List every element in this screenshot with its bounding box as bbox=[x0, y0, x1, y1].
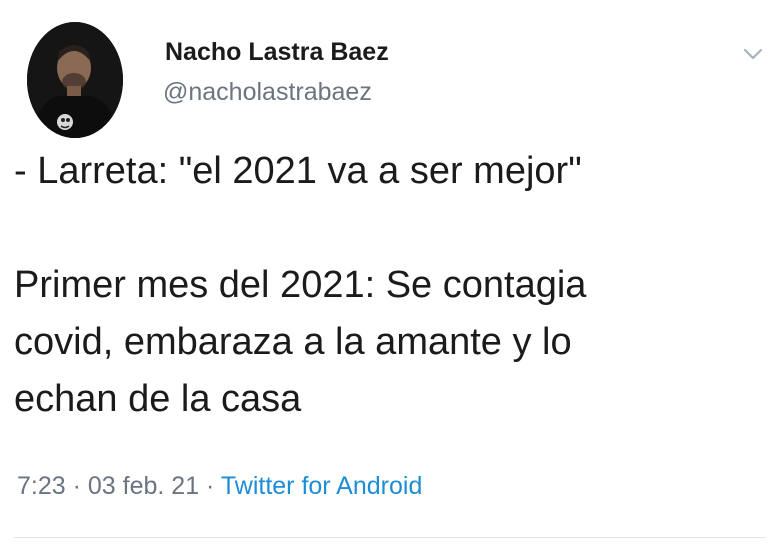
meta-separator: · bbox=[65, 472, 88, 500]
tweet-line: echan de la casa bbox=[14, 378, 302, 420]
tweet-line: Primer mes del 2021: Se contagia bbox=[14, 264, 587, 306]
tweet-meta: 7:23 · 03 feb. 21 · Twitter for Android bbox=[17, 472, 422, 501]
author-name[interactable]: Nacho Lastra Baez bbox=[165, 38, 389, 67]
tweet-date[interactable]: 03 feb. 21 bbox=[88, 472, 199, 500]
author-handle[interactable]: @nacholastrabaez bbox=[163, 78, 372, 107]
tweet-text: - Larreta: "el 2021 va a ser mejor" Prim… bbox=[14, 143, 766, 428]
tweet-source-link[interactable]: Twitter for Android bbox=[221, 472, 422, 500]
meta-separator: · bbox=[199, 472, 221, 500]
tweet-card: Nacho Lastra Baez @nacholastrabaez - Lar… bbox=[0, 0, 779, 544]
divider bbox=[14, 537, 766, 538]
avatar[interactable] bbox=[27, 22, 123, 138]
avatar-photo bbox=[27, 22, 123, 138]
tweet-line: covid, embaraza a la amante y lo bbox=[14, 321, 572, 363]
tweet-time[interactable]: 7:23 bbox=[17, 472, 66, 500]
tweet-line: - Larreta: "el 2021 va a ser mejor" bbox=[14, 150, 582, 192]
chevron-down-icon[interactable] bbox=[742, 46, 764, 62]
